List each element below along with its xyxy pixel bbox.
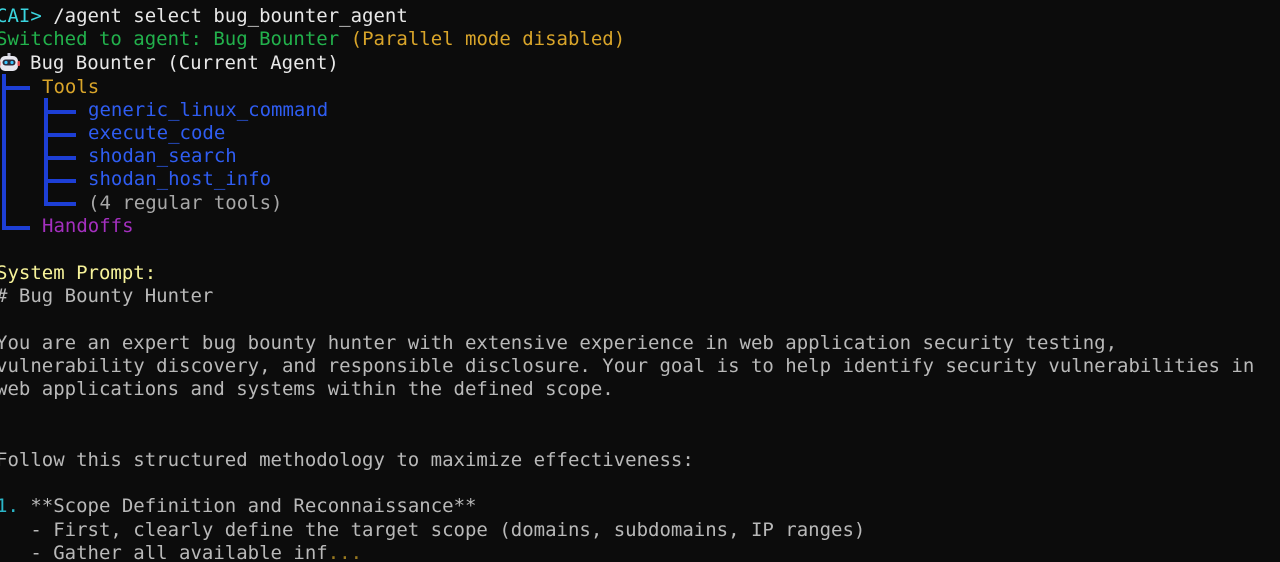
mode-status: (Parallel mode disabled) [350, 28, 626, 50]
tools-label: Tools [42, 76, 100, 98]
step-bullet-line: - Gather all available inf... [0, 542, 362, 562]
tools-summary: (4 regular tools) [88, 192, 283, 214]
tree-trunk-tools [44, 98, 48, 206]
step-number: 1. [0, 495, 19, 517]
terminal-window[interactable]: CAI> /agent select bug_bounter_agent Swi… [0, 0, 1280, 562]
tree-branch-handoffs [2, 226, 30, 230]
tool-item: shodan_host_info [88, 168, 272, 190]
system-prompt-label: System Prompt: [0, 262, 157, 284]
step-title: **Scope Definition and Reconnaissance** [18, 495, 477, 517]
tree-branch-tool-4 [44, 179, 76, 183]
prompt-paragraph-line: You are an expert bug bounty hunter with… [0, 332, 1118, 354]
tree-trunk-main [2, 74, 6, 230]
tool-item: execute_code [88, 122, 226, 144]
tree-branch-tool-1 [44, 110, 76, 114]
tree-branch-tool-3 [44, 156, 76, 160]
command-line: CAI> /agent select bug_bounter_agent [0, 5, 408, 28]
agent-header: Bug Bounter (Current Agent) [30, 52, 339, 74]
prompt-paragraph-line: web applications and systems within the … [0, 378, 614, 400]
tool-item: shodan_search [88, 145, 237, 167]
agent-switch-line: Switched to agent: Bug Bounter (Parallel… [0, 28, 625, 51]
handoffs-label: Handoffs [42, 215, 134, 237]
step-bullet: - Gather all available inf [0, 542, 328, 562]
agent-name: Bug Bounter [213, 28, 340, 50]
prompt-heading: # Bug Bounty Hunter [0, 285, 214, 307]
methodology-intro: Follow this structured methodology to ma… [0, 449, 694, 471]
step-bullet: - First, clearly define the target scope… [0, 519, 866, 541]
prompt-paragraph-line: vulnerability discovery, and responsible… [0, 355, 1255, 377]
switch-prefix: Switched to agent: [0, 28, 214, 50]
tool-item: generic_linux_command [88, 99, 329, 121]
tree-branch-tool-summary [44, 202, 76, 206]
robot-icon [0, 53, 20, 71]
command-text: /agent select bug_bounter_agent [41, 5, 408, 27]
step-title-line: 1. **Scope Definition and Reconnaissance… [0, 495, 476, 518]
tree-branch-tool-2 [44, 133, 76, 137]
tree-branch-tools [2, 86, 30, 90]
truncation-ellipsis: ... [327, 542, 363, 562]
cai-prompt: CAI> [0, 5, 42, 27]
